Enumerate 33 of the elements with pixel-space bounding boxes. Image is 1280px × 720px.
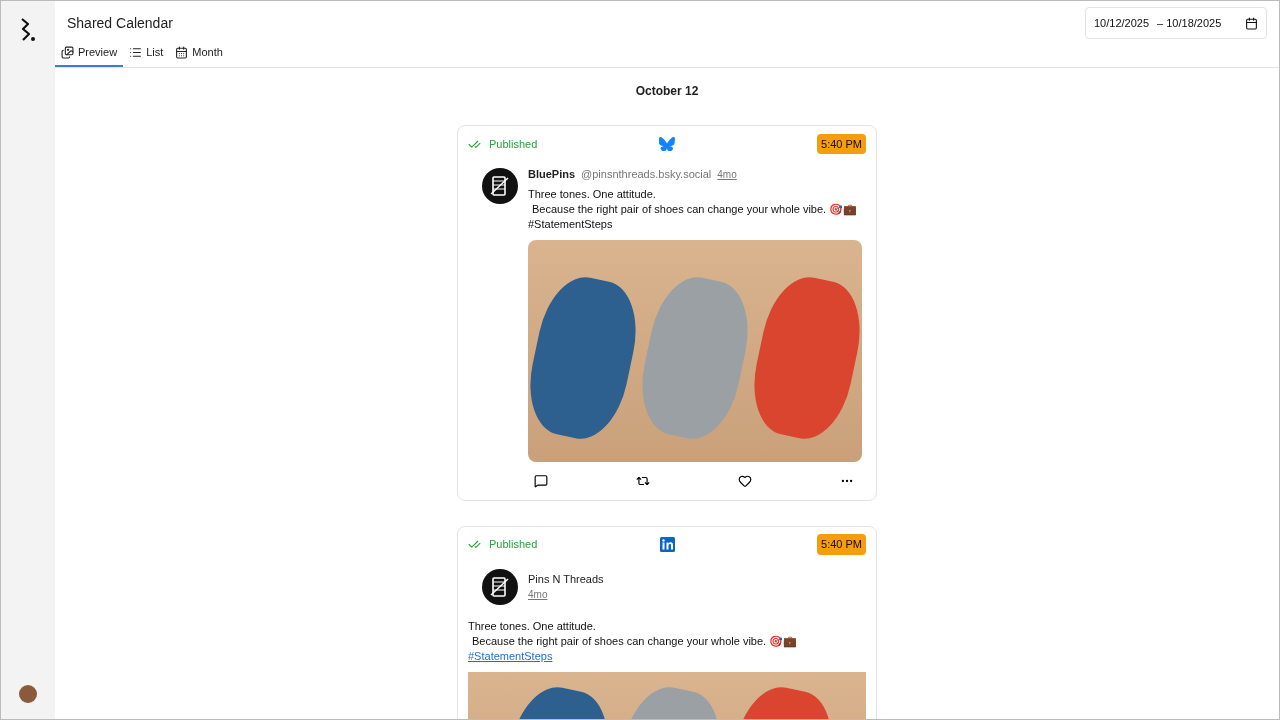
author-name: BluePins <box>528 167 576 182</box>
hashtag-text: #StatementSteps <box>528 216 614 232</box>
view-tab[interactable]: Preview <box>55 39 124 67</box>
post-text: Because the right pair of shoes can change your whole vibe. 🎯💼 <box>531 201 859 217</box>
page-title: Shared Calendar <box>67 13 173 33</box>
calendar-icon <box>1245 16 1258 30</box>
date-range-field[interactable]: 10/12/2025 – 10/18/2025 <box>1085 7 1267 39</box>
day-heading: October 12 <box>635 83 699 100</box>
linkedin-logo-icon <box>659 537 675 552</box>
avatar-logo <box>480 166 520 206</box>
hashtag-link[interactable]: #StatementSteps <box>468 649 553 662</box>
view-tab[interactable]: List <box>123 39 170 67</box>
time-badge: 5:40 PM <box>817 133 866 155</box>
user-avatar[interactable] <box>19 685 37 703</box>
view-tab[interactable]: Month <box>169 39 229 67</box>
time-badge: 5:40 PM <box>817 534 866 555</box>
post-text: Because the right pair of shoes can change your whole vibe. 🎯💼 <box>471 633 799 649</box>
butterfly-icon <box>659 137 675 151</box>
author-handle: @pinsnthreads.bsky.social <box>581 167 712 182</box>
post-age: 4mo <box>717 168 737 182</box>
list-icon <box>129 45 143 59</box>
post-age: 4mo <box>528 588 549 603</box>
status-label: Published <box>489 136 538 152</box>
double-check-icon <box>468 538 481 551</box>
avatar-logo <box>480 566 520 607</box>
pictures-icon <box>61 45 74 59</box>
post-text: Three tones. One attitude. <box>468 618 597 634</box>
heart-icon[interactable] <box>738 473 752 488</box>
calendar-icon <box>175 45 189 59</box>
comment-icon[interactable] <box>534 473 548 488</box>
author-name: Pins N Threads <box>528 571 604 587</box>
post-text: Three tones. One attitude. <box>528 186 657 202</box>
status-label: Published <box>489 537 538 553</box>
